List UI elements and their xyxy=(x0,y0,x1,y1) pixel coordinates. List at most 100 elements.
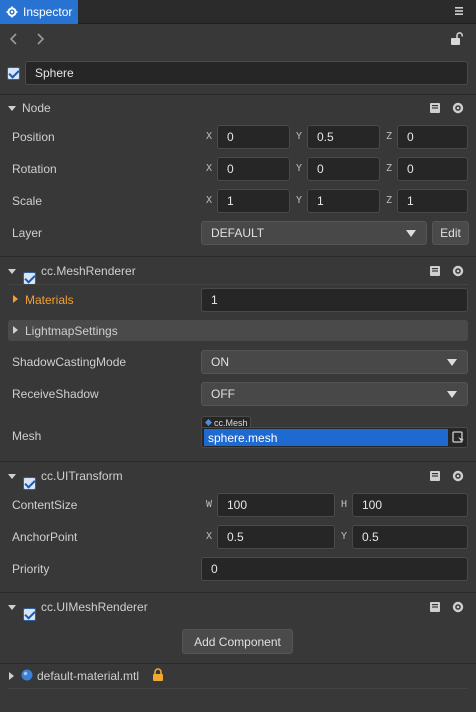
priority-label: Priority xyxy=(12,562,50,576)
mesh-renderer-header[interactable]: cc.MeshRenderer xyxy=(0,257,476,285)
history-nav xyxy=(0,25,476,53)
scale-label: Scale xyxy=(12,194,43,208)
mesh-asset-field[interactable]: sphere.mesh xyxy=(201,427,468,448)
ui-mesh-renderer-header[interactable]: cc.UIMeshRenderer xyxy=(0,593,476,621)
rotation-x-input[interactable]: 0 xyxy=(217,157,290,181)
scale-y-input[interactable]: 1 xyxy=(307,189,380,213)
content-size-w-input[interactable]: 100 xyxy=(217,493,335,517)
menu-icon[interactable] xyxy=(452,4,466,18)
axis-y-label: Y xyxy=(295,163,303,174)
unlock-icon[interactable] xyxy=(449,32,463,46)
mesh-type-label: cc.Mesh xyxy=(214,417,248,428)
lock-icon[interactable] xyxy=(152,668,164,682)
settings-icon[interactable] xyxy=(451,469,465,483)
anchor-point-x-value: 0.5 xyxy=(227,530,244,544)
tab-bar: Inspector xyxy=(0,0,476,24)
rotation-label: Rotation xyxy=(12,162,57,176)
layer-value: DEFAULT xyxy=(211,226,265,240)
collapse-arrow[interactable] xyxy=(8,605,16,610)
axis-y-label: Y xyxy=(295,131,303,142)
layer-edit-button[interactable]: Edit xyxy=(432,221,469,245)
lightmap-settings-header[interactable]: LightmapSettings xyxy=(8,320,468,341)
materials-count-input[interactable]: 1 xyxy=(201,288,468,312)
gear-icon xyxy=(6,6,18,18)
scale-z-input[interactable]: 1 xyxy=(397,189,468,213)
position-x-input[interactable]: 0 xyxy=(217,125,290,149)
axis-y-label: Y xyxy=(340,531,348,542)
anchor-point-label: AnchorPoint xyxy=(12,530,78,544)
book-icon[interactable] xyxy=(428,264,442,278)
collapse-arrow[interactable] xyxy=(8,474,16,479)
rotation-y-value: 0 xyxy=(317,162,324,176)
book-icon[interactable] xyxy=(428,101,442,115)
content-size-label: ContentSize xyxy=(12,498,78,512)
collapse-arrow[interactable] xyxy=(8,106,16,111)
axis-z-label: Z xyxy=(385,195,393,206)
settings-icon[interactable] xyxy=(451,600,465,614)
scale-x-input[interactable]: 1 xyxy=(217,189,290,213)
expand-arrow[interactable] xyxy=(9,672,14,680)
position-z-input[interactable]: 0 xyxy=(397,125,468,149)
lightmap-settings-label: LightmapSettings xyxy=(25,324,118,338)
position-z-value: 0 xyxy=(407,130,414,144)
anchor-point-y-input[interactable]: 0.5 xyxy=(352,525,468,549)
shadow-casting-value: ON xyxy=(211,355,229,369)
layer-select[interactable]: DEFAULT xyxy=(201,221,427,245)
shadow-casting-label: ShadowCastingMode xyxy=(12,355,127,369)
anchor-point-y-value: 0.5 xyxy=(362,530,379,544)
position-y-input[interactable]: 0.5 xyxy=(307,125,380,149)
settings-icon[interactable] xyxy=(451,264,465,278)
rotation-z-input[interactable]: 0 xyxy=(397,157,468,181)
content-size-h-value: 100 xyxy=(362,498,383,512)
receive-shadow-value: OFF xyxy=(211,387,235,401)
collapse-arrow[interactable] xyxy=(8,269,16,274)
select-asset-icon[interactable] xyxy=(452,431,465,444)
scale-x-value: 1 xyxy=(227,194,234,208)
axis-z-label: Z xyxy=(385,131,393,142)
expand-arrow[interactable] xyxy=(13,326,18,334)
ui-transform-title: cc.UITransform xyxy=(41,469,123,483)
arrow-right-icon[interactable] xyxy=(35,33,45,45)
rotation-y-input[interactable]: 0 xyxy=(307,157,380,181)
material-row[interactable]: default-material.mtl xyxy=(0,664,476,688)
materials-count-value: 1 xyxy=(211,293,218,307)
material-name: default-material.mtl xyxy=(37,669,140,683)
ui-mesh-renderer-enabled-checkbox[interactable] xyxy=(23,607,36,621)
chevron-down-icon xyxy=(406,230,416,237)
arrow-left-icon[interactable] xyxy=(9,33,19,45)
ui-transform-enabled-checkbox[interactable] xyxy=(23,476,36,490)
mesh-asset-icon xyxy=(205,419,212,426)
content-size-h-input[interactable]: 100 xyxy=(352,493,468,517)
priority-input[interactable]: 0 xyxy=(201,557,468,581)
position-y-value: 0.5 xyxy=(317,130,334,144)
axis-y-label: Y xyxy=(295,195,303,206)
tab-inspector[interactable]: Inspector xyxy=(0,0,78,24)
anchor-point-x-input[interactable]: 0.5 xyxy=(217,525,335,549)
ui-transform-header[interactable]: cc.UITransform xyxy=(0,462,476,490)
settings-icon[interactable] xyxy=(451,101,465,115)
node-name-input[interactable]: Sphere xyxy=(25,61,468,85)
receive-shadow-label: ReceiveShadow xyxy=(12,387,99,401)
book-icon[interactable] xyxy=(428,469,442,483)
materials-label[interactable]: Materials xyxy=(25,293,74,307)
divider xyxy=(8,284,468,285)
axis-z-label: Z xyxy=(385,163,393,174)
axis-h-label: H xyxy=(340,499,348,510)
book-icon[interactable] xyxy=(428,600,442,614)
position-label: Position xyxy=(12,130,55,144)
mesh-renderer-title: cc.MeshRenderer xyxy=(41,264,136,278)
node-active-checkbox[interactable] xyxy=(7,67,20,80)
ui-mesh-renderer-title: cc.UIMeshRenderer xyxy=(41,600,148,614)
priority-value: 0 xyxy=(211,562,218,576)
node-section-header[interactable]: Node xyxy=(0,94,476,122)
shadow-casting-select[interactable]: ON xyxy=(201,350,468,374)
tab-title: Inspector xyxy=(23,5,73,19)
chevron-down-icon xyxy=(447,359,457,366)
add-component-button[interactable]: Add Component xyxy=(182,629,293,654)
mesh-renderer-enabled-checkbox[interactable] xyxy=(23,271,36,285)
axis-x-label: X xyxy=(205,131,213,142)
mesh-asset-value: sphere.mesh xyxy=(204,429,448,446)
expand-arrow[interactable] xyxy=(13,295,18,303)
axis-w-label: W xyxy=(205,499,213,510)
receive-shadow-select[interactable]: OFF xyxy=(201,382,468,406)
